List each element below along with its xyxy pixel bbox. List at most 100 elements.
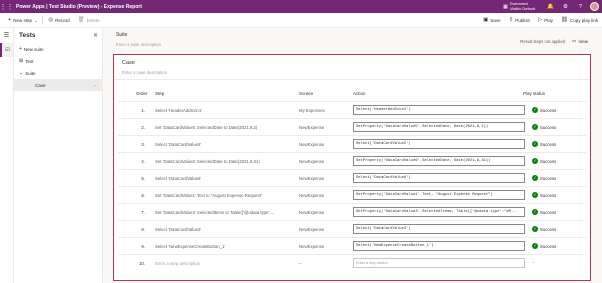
new-step-button[interactable]: + New step ⌄ bbox=[4, 13, 41, 28]
save-icon: ▣ bbox=[483, 17, 489, 23]
success-check-icon: ✓ bbox=[532, 107, 538, 113]
success-check-icon: ✓ bbox=[532, 141, 538, 147]
table-row[interactable]: 9. Select 'NewExpenseCreateButton_1' New… bbox=[118, 237, 586, 254]
save-button[interactable]: ▣ Save bbox=[479, 13, 504, 28]
step-description[interactable]: Set 'DataCardValue3'.SelectedItems to Ta… bbox=[155, 210, 285, 215]
case-description-field[interactable]: Enter a case description bbox=[122, 70, 167, 75]
step-order: 4. bbox=[141, 159, 145, 164]
add-icon: + bbox=[19, 46, 22, 52]
step-description[interactable]: Select 'HeaderAddIcon1' bbox=[155, 108, 285, 113]
step-action-input[interactable]: Select('DataCardValue6') bbox=[353, 173, 525, 183]
table-row[interactable]: 3. Select 'DataCardValue5' NewExpense Se… bbox=[118, 135, 586, 152]
chevron-down-icon[interactable]: ⌄ bbox=[19, 70, 23, 76]
tests-nav-icon[interactable]: ☑ bbox=[0, 43, 13, 57]
step-action-input[interactable]: Select('DataCardValue5') bbox=[353, 139, 525, 149]
step-description[interactable]: Set 'DataCardValue1'.Text to "August Exp… bbox=[155, 193, 285, 198]
step-action-input[interactable]: Enter a step action bbox=[353, 258, 525, 268]
close-icon[interactable]: ✕ bbox=[93, 32, 98, 39]
step-description[interactable]: Set 'DataCardValue6'.SelectedDate to Dat… bbox=[155, 159, 285, 164]
step-action-input[interactable]: Select('HeaderAddIcon1') bbox=[353, 105, 525, 115]
step-action-input[interactable]: SetProperty('DataCardValue5'.SelectedDat… bbox=[353, 122, 525, 132]
new-suite-button[interactable]: + New suite bbox=[14, 43, 102, 55]
suite-title[interactable]: Suite bbox=[116, 32, 127, 38]
table-row[interactable]: 7. Set 'DataCardValue3'.SelectedItems to… bbox=[118, 203, 586, 220]
step-screen: NewExpense bbox=[299, 176, 325, 181]
command-bar-right: ▣ Save ⇪ Publish ▷ Play ⛓ Copy play link bbox=[479, 13, 602, 28]
step-description[interactable]: Select 'DataCardValue5' bbox=[155, 142, 285, 147]
more-options-icon[interactable]: ··· bbox=[94, 83, 99, 88]
notifications-icon[interactable]: 🔔 bbox=[543, 4, 558, 10]
play-status-label: Success bbox=[540, 243, 557, 249]
play-status-label: Success bbox=[540, 124, 557, 130]
delete-button[interactable]: 🗑 Delete bbox=[74, 13, 104, 28]
hamburger-menu-icon[interactable]: ☰ bbox=[0, 28, 13, 43]
step-action-input[interactable]: SetProperty('DataCardValue3'.SelectedIte… bbox=[353, 207, 525, 217]
play-status-label: Success bbox=[540, 175, 557, 181]
view-icon: ▭ bbox=[572, 38, 577, 43]
tree-item-case[interactable]: Case ··· bbox=[14, 79, 102, 91]
step-order: 1. bbox=[141, 108, 145, 113]
publish-icon: ⇪ bbox=[508, 17, 514, 23]
step-description-field[interactable]: Enter a step description bbox=[155, 261, 285, 266]
table-row[interactable]: 5. Select 'DataCardValue6' NewExpense Se… bbox=[118, 169, 586, 186]
column-header-order: Order bbox=[136, 91, 148, 96]
play-status: ✓ Success bbox=[532, 141, 556, 147]
success-check-icon: ✓ bbox=[532, 243, 538, 249]
step-screen: My Expenses bbox=[299, 108, 325, 113]
step-order: 10. bbox=[139, 261, 145, 266]
play-status: ✓ Success bbox=[532, 107, 556, 113]
step-screen: NewExpense bbox=[299, 125, 325, 130]
success-check-icon: ✓ bbox=[532, 192, 538, 198]
success-check-icon: ✓ bbox=[532, 158, 538, 164]
publish-button[interactable]: ⇪ Publish bbox=[505, 13, 534, 28]
step-action-input[interactable]: Select('DataCardValue3') bbox=[353, 224, 525, 234]
publish-label: Publish bbox=[515, 17, 530, 23]
table-row[interactable]: 6. Set 'DataCardValue1'.Text to "August … bbox=[118, 186, 586, 203]
record-button[interactable]: ◎ Record bbox=[44, 13, 73, 28]
success-check-icon: ✓ bbox=[532, 226, 538, 232]
step-description[interactable]: Select 'DataCardValue3' bbox=[155, 227, 285, 232]
play-status: ✓ Success bbox=[532, 158, 556, 164]
table-row[interactable]: 4. Set 'DataCardValue6'.SelectedDate to … bbox=[118, 152, 586, 169]
copy-play-link-label: Copy play link bbox=[569, 17, 598, 23]
case-title[interactable]: Case bbox=[122, 60, 135, 66]
tree-item-test[interactable]: ⊞ Test bbox=[14, 55, 102, 67]
step-description[interactable]: Set 'DataCardValue5'.SelectedDate to Dat… bbox=[155, 125, 285, 130]
tree-item-test-label: Test bbox=[25, 58, 34, 64]
app-launcher-icon[interactable]: ⋮⋮ bbox=[0, 0, 14, 13]
help-icon[interactable]: ? bbox=[573, 4, 588, 10]
table-row[interactable]: 2. Set 'DataCardValue5'.SelectedDate to … bbox=[118, 118, 586, 135]
copy-play-link-button[interactable]: ⛓ Copy play link bbox=[557, 13, 602, 28]
user-avatar[interactable] bbox=[590, 2, 599, 11]
environment-selector[interactable]: Environment Visiltic Default bbox=[510, 2, 535, 11]
result-status-text: Result steps not applied bbox=[520, 39, 565, 44]
step-order: 6. bbox=[141, 193, 145, 198]
step-description[interactable]: Select 'NewExpenseCreateButton_1' bbox=[155, 244, 285, 249]
suite-header: Suite Enter a suite description Result s… bbox=[112, 31, 593, 53]
step-order: 5. bbox=[141, 176, 145, 181]
table-row[interactable]: 1. Select 'HeaderAddIcon1' My Expenses S… bbox=[118, 101, 586, 118]
table-row[interactable]: 8. Select 'DataCardValue3' NewExpense Se… bbox=[118, 220, 586, 237]
tests-panel: Tests ✕ + New suite ⊞ Test ⌄ Suite Case … bbox=[14, 28, 103, 283]
step-action-input[interactable]: SetProperty('DataCardValue1'.Text, "Augu… bbox=[353, 190, 525, 200]
play-button[interactable]: ▷ Play bbox=[534, 13, 557, 28]
left-rail: ☰ ☑ bbox=[0, 28, 14, 283]
tree-item-suite[interactable]: ⌄ Suite bbox=[14, 67, 102, 79]
tree-item-case-label: Case bbox=[35, 82, 46, 88]
new-suite-label: New suite bbox=[23, 46, 44, 52]
success-check-icon: ✓ bbox=[532, 124, 538, 130]
main-content: Suite Enter a suite description Result s… bbox=[103, 28, 602, 283]
step-order: 8. bbox=[141, 227, 145, 232]
step-screen: NewExpense bbox=[299, 142, 325, 147]
step-action-input[interactable]: SetProperty('DataCardValue6'.SelectedDat… bbox=[353, 156, 525, 166]
step-order: 3. bbox=[141, 142, 145, 147]
step-action-input[interactable]: Select('NewExpenseCreateButton_1') bbox=[353, 241, 525, 251]
divider bbox=[42, 16, 44, 24]
suite-description-field[interactable]: Enter a suite description bbox=[116, 42, 161, 47]
settings-gear-icon[interactable]: ⚙ bbox=[558, 4, 573, 10]
view-button[interactable]: ▭ View bbox=[569, 36, 591, 46]
new-step-row[interactable]: 10. Enter a step description -- Enter a … bbox=[118, 254, 586, 271]
step-description[interactable]: Select 'DataCardValue6' bbox=[155, 176, 285, 181]
delete-label: Delete bbox=[86, 17, 100, 23]
environment-name: Visiltic Default bbox=[509, 5, 535, 11]
